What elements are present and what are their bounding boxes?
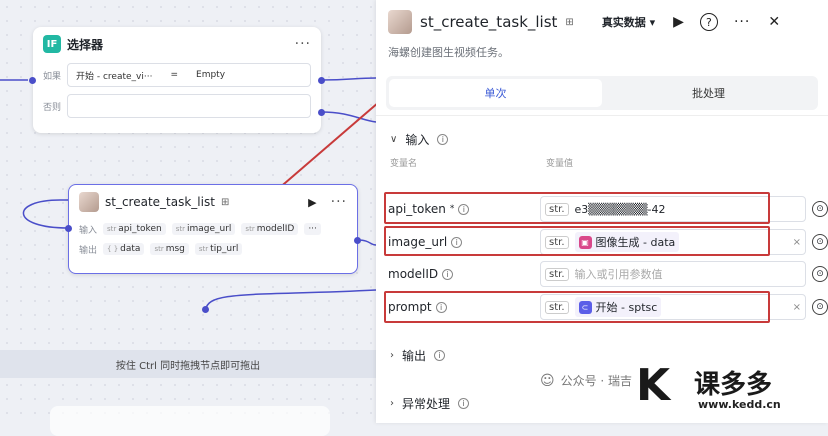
plugin-icon: ⊞	[220, 196, 230, 208]
clear-icon[interactable]: ×	[793, 237, 801, 248]
output-tag: { } data	[103, 243, 145, 255]
column-name-header: 变量名	[390, 159, 418, 169]
input-placeholder: 输入或引用参数值	[574, 268, 663, 281]
modelid-input[interactable]: str. 输入或引用参数值	[540, 261, 806, 287]
param-name: modelID	[388, 267, 439, 281]
highlight-box	[384, 291, 770, 323]
output-port[interactable]	[354, 237, 361, 244]
panel-description: 海螺创建图生视频任务。	[388, 46, 509, 59]
section-title: 异常处理	[402, 396, 451, 411]
info-icon: i	[458, 397, 470, 409]
drag-hint: 按住 Ctrl 同时拖拽节点即可拖出	[115, 360, 261, 372]
input-tag: str image_url	[171, 223, 236, 235]
reference-icon[interactable]: ⊙	[812, 266, 828, 282]
plugin-avatar	[388, 10, 412, 34]
plugin-icon: ⊞	[565, 16, 574, 28]
output-tag: str msg	[150, 243, 189, 255]
output-port[interactable]	[202, 306, 209, 313]
chevron-down-icon: ∨	[390, 133, 398, 145]
selector-node[interactable]: IF 选择器 ··· 如果 开始 - create_vi··· = Empty …	[29, 27, 325, 133]
watermark-account: ☺ 公众号 · 瑞吉	[540, 372, 633, 389]
highlight-box	[384, 192, 770, 224]
if-icon: IF	[43, 35, 61, 53]
output-tag: str tip_url	[194, 243, 243, 255]
node-outputs: 输出 { } data str msg str tip_url	[69, 239, 357, 259]
panel-title: st_create_task_list	[420, 13, 558, 31]
more-icon[interactable]: ···	[734, 14, 750, 30]
output-section-header[interactable]: › 输出 i	[376, 338, 459, 372]
tab-single[interactable]: 单次	[389, 79, 602, 107]
input-port[interactable]	[65, 225, 72, 232]
input-tag: str modelID	[241, 223, 299, 235]
condition-operator: =	[170, 70, 179, 80]
play-icon[interactable]: ▶	[308, 196, 316, 209]
output-port-else[interactable]	[318, 109, 325, 116]
condition-box[interactable]: 开始 - create_vi··· = Empty	[67, 63, 311, 87]
close-icon[interactable]: ✕	[768, 14, 780, 30]
input-label: 输入	[79, 225, 98, 236]
else-label: 否则	[43, 102, 62, 113]
chevron-right-icon: ›	[390, 397, 394, 409]
node-inputs: 输入 str api_token str image_url str modelID …	[69, 219, 357, 239]
tab-bar: 单次 批处理	[386, 76, 818, 110]
tab-batch[interactable]: 批处理	[602, 79, 815, 107]
task-node[interactable]: st_create_task_list ⊞ ▶ ··· 输入 str api_to…	[65, 184, 361, 274]
column-headers: 变量名 变量值	[376, 156, 828, 170]
error-section-header[interactable]: › 异常处理 i	[376, 386, 483, 420]
watermark-logo: K 课多多 www.kedd.cn	[636, 358, 826, 418]
type-badge: str.	[545, 267, 569, 281]
data-mode-select[interactable]: 真实数据 ▾	[602, 14, 655, 30]
help-icon[interactable]: ?	[699, 13, 718, 31]
input-tag: str api_token	[103, 223, 166, 235]
section-title: 输出	[402, 348, 427, 363]
else-box[interactable]	[67, 94, 311, 118]
chevron-right-icon: ›	[390, 349, 394, 361]
run-icon[interactable]: ▶	[673, 14, 684, 30]
logo-text: 课多多	[694, 370, 773, 400]
highlight-box	[384, 226, 770, 256]
drag-hint-bar: 按住 Ctrl 同时拖拽节点即可拖出	[0, 350, 376, 378]
info-icon: i	[442, 268, 454, 280]
section-title: 输入	[405, 132, 430, 147]
param-row-modelid: modelID i str. 输入或引用参数值 ⊙	[384, 259, 828, 289]
logo-url: www.kedd.cn	[698, 398, 781, 411]
reference-icon[interactable]: ⊙	[812, 299, 828, 315]
info-icon: i	[437, 133, 449, 145]
workflow-canvas[interactable]: IF 选择器 ··· 如果 开始 - create_vi··· = Empty …	[0, 0, 431, 436]
output-label: 输出	[79, 245, 98, 256]
node-title: st_create_task_list	[105, 195, 215, 209]
input-section-header[interactable]: ∨ 输入 i	[376, 122, 828, 156]
info-icon: i	[434, 349, 446, 361]
more-icon[interactable]: ···	[331, 194, 347, 210]
output-port-if[interactable]	[318, 77, 325, 84]
partial-node[interactable]	[50, 406, 330, 436]
inputs-more-tag[interactable]: ···	[304, 223, 321, 235]
logo-mark: K	[636, 360, 671, 411]
clear-icon[interactable]: ×	[793, 302, 801, 313]
wechat-icon: ☺	[540, 372, 555, 389]
input-port[interactable]	[29, 77, 36, 84]
if-label: 如果	[43, 71, 62, 82]
condition-right: Empty	[196, 70, 226, 80]
node-title: 选择器	[67, 37, 104, 52]
plugin-avatar	[79, 192, 99, 212]
reference-icon[interactable]: ⊙	[812, 234, 828, 250]
more-icon[interactable]: ···	[295, 36, 311, 52]
condition-left: 开始 - create_vi···	[76, 71, 153, 82]
reference-icon[interactable]: ⊙	[812, 201, 828, 217]
column-value-header: 变量值	[546, 159, 574, 169]
